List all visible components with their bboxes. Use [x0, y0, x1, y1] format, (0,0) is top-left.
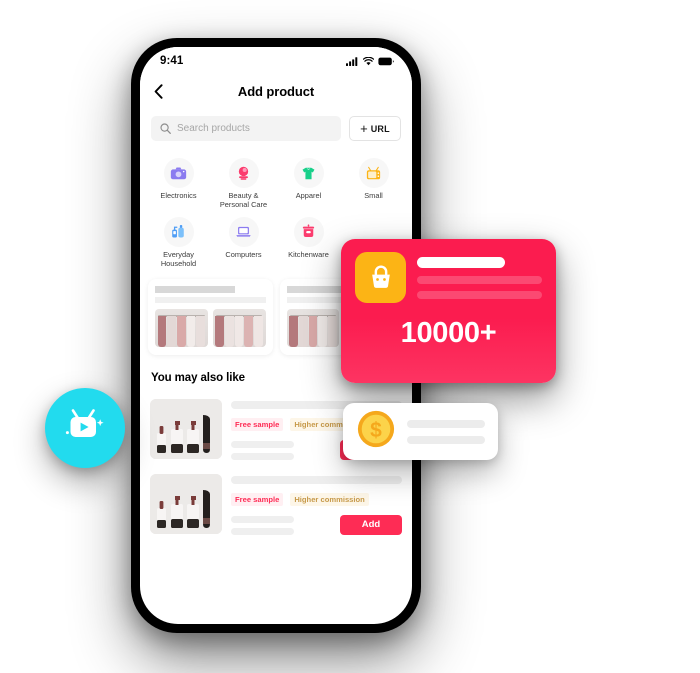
skeleton-line [231, 475, 402, 484]
category-label: Kitchenware [288, 249, 329, 259]
skeleton-line [155, 296, 266, 303]
cellular-signal-icon [346, 56, 358, 66]
skeleton-line [417, 257, 505, 268]
product-info: Free sample Higher commission Add [231, 474, 402, 535]
category-kitchenware[interactable]: Kitchenware [276, 216, 341, 269]
search-placeholder: Search products [177, 123, 250, 134]
skeleton-line [407, 435, 485, 444]
category-beauty-personal-care[interactable]: Beauty & Personal Care [211, 158, 276, 210]
product-thumbnail [150, 473, 222, 534]
skeleton-line [231, 515, 294, 523]
skeleton-group [231, 440, 332, 460]
live-video-badge[interactable] [45, 388, 125, 468]
clothing-rack-image [286, 308, 340, 347]
clothing-rack-image [212, 308, 266, 347]
skeleton-line [231, 452, 294, 460]
plus-icon: + [360, 121, 368, 136]
laptop-icon [228, 216, 259, 247]
skeleton-line [231, 527, 294, 535]
orders-count-card[interactable]: 10000+ [341, 239, 556, 383]
orders-count-value: 10000+ [400, 317, 497, 349]
clothing-rack-image [155, 308, 208, 347]
search-row: Search products + URL [140, 107, 412, 151]
add-product-button[interactable]: Add [340, 514, 402, 535]
category-small-appliances[interactable]: Small [341, 158, 406, 210]
svg-text:$: $ [370, 419, 382, 442]
cooking-pot-icon [293, 216, 324, 247]
list-item[interactable]: Free sample Higher commission Add [150, 468, 402, 543]
url-button-label: URL [370, 123, 390, 134]
battery-icon [378, 57, 394, 65]
pink-card-skeletons [417, 256, 542, 299]
category-label: Everyday Household [160, 249, 197, 269]
category-electronics[interactable]: Electronics [146, 158, 211, 210]
status-bar: 9:41 [140, 47, 412, 75]
dollar-coin-icon: $ [356, 409, 396, 454]
category-label: Electronics [160, 191, 197, 200]
product-bottom-row: Add [231, 514, 402, 535]
tshirt-icon [293, 158, 324, 188]
promo-images [155, 308, 266, 347]
skeleton-line [231, 440, 294, 448]
category-everyday-household[interactable]: Everyday Household [146, 216, 211, 269]
category-label: Apparel [295, 191, 322, 200]
status-badge: Free sample [231, 492, 284, 506]
promo-card[interactable] [148, 278, 273, 355]
camera-icon [163, 158, 194, 188]
navigation-bar: Add product [140, 75, 412, 107]
earnings-card[interactable]: $ [343, 403, 498, 460]
section-title: You may also like [151, 371, 245, 384]
category-apparel[interactable]: Apparel [276, 158, 341, 210]
cosmetics-icon [228, 158, 259, 188]
status-badge: Higher commission [290, 492, 369, 506]
category-label: Small [364, 191, 383, 200]
status-indicators [346, 56, 394, 66]
wifi-icon [363, 56, 374, 65]
search-icon [160, 123, 171, 134]
product-badges: Free sample Higher commission [231, 492, 402, 506]
category-label: Computers [225, 249, 262, 259]
television-icon [358, 158, 389, 188]
skeleton-line [155, 285, 235, 293]
add-url-button[interactable]: + URL [349, 116, 401, 141]
category-label: Beauty & Personal Care [219, 191, 268, 210]
shopping-bag-icon [355, 252, 406, 303]
skeleton-line [407, 419, 485, 428]
earnings-card-skeletons [407, 419, 485, 444]
skeleton-line [417, 276, 542, 284]
skeleton-group [231, 515, 332, 535]
status-badge: Free sample [231, 417, 284, 431]
illustration-canvas: 9:41 Add product Search products + URL E… [0, 0, 700, 673]
bottles-icon [163, 216, 194, 247]
product-thumbnail [150, 398, 222, 459]
pink-card-header [341, 239, 556, 303]
tv-play-icon [65, 409, 104, 437]
page-title: Add product [237, 83, 315, 99]
status-time: 9:41 [160, 55, 184, 67]
skeleton-line [417, 291, 542, 299]
category-computers[interactable]: Computers [211, 216, 276, 269]
search-input[interactable]: Search products [151, 116, 341, 141]
